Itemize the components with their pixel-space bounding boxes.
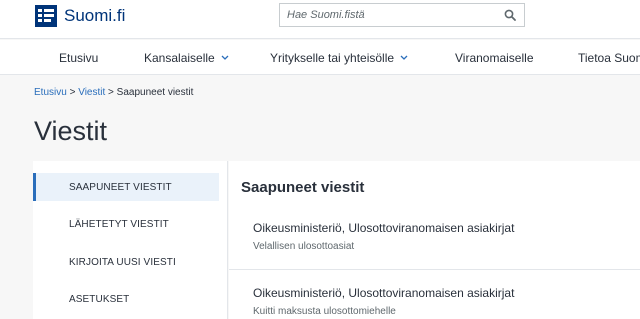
sidebar-item-label: KIRJOITA UUSI VIESTI [69,256,176,268]
message-item[interactable]: Oikeusministeriö, Ulosottoviranomaisen a… [229,280,640,319]
nav-item-etusivu[interactable]: Etusivu [59,51,98,65]
search-input[interactable] [280,4,490,26]
sidebar-item-kirjoita[interactable]: KIRJOITA UUSI VIESTI [33,248,219,276]
breadcrumb-separator: > [69,87,76,98]
top-header: Suomi.fi [0,0,640,39]
nav-item-yritykselle[interactable]: Yritykselle tai yhteisölle [270,51,408,65]
page-title: Viestit [34,116,108,146]
message-subject: Kuitti maksusta ulosottomiehelle [253,306,396,317]
sidebar-item-lahetetyt[interactable]: LÄHETETYT VIESTIT [33,210,219,238]
nav-item-tietoa[interactable]: Tietoa Suom [578,51,640,65]
message-subject: Velallisen ulosottoasiat [253,241,355,252]
message-divider [229,269,640,270]
nav-item-kansalaiselle[interactable]: Kansalaiselle [144,51,229,65]
search-box [279,3,525,27]
sidebar-item-asetukset[interactable]: ASETUKSET [33,285,219,313]
search-icon [504,9,516,21]
sidebar-item-label: ASETUKSET [69,293,130,305]
sidebar-item-label: SAAPUNEET VIESTIT [69,181,172,193]
nav-item-label: Etusivu [59,51,99,65]
nav-item-label: Kansalaiselle [144,51,215,65]
message-sender: Oikeusministeriö, Ulosottoviranomaisen a… [253,286,515,300]
breadcrumb: Etusivu > Viestit > Saapuneet viestit [34,87,193,98]
nav-item-label: Yritykselle tai yhteisölle [270,51,395,65]
message-item[interactable]: Oikeusministeriö, Ulosottoviranomaisen a… [229,216,640,270]
nav-item-viranomaiselle[interactable]: Viranomaiselle [455,51,534,65]
inbox-panel: Saapuneet viestit Oikeusministeriö, Ulos… [229,161,640,319]
breadcrumb-current: Saapuneet viestit [116,87,194,98]
main-navigation: Etusivu Kansalaiselle Yritykselle tai yh… [0,40,640,75]
chevron-down-icon [221,55,229,60]
site-logo[interactable]: Suomi.fi [35,5,125,27]
logo-text: Suomi.fi [64,6,126,25]
nav-item-label: Viranomaiselle [455,51,534,65]
search-button[interactable] [496,4,524,26]
breadcrumb-separator: > [108,87,114,98]
sidebar-item-saapuneet[interactable]: SAAPUNEET VIESTIT [33,173,219,201]
breadcrumb-link-etusivu[interactable]: Etusivu [34,87,67,98]
suomifi-logo-icon [35,5,57,27]
breadcrumb-link-viestit[interactable]: Viestit [78,87,105,98]
nav-item-label: Tietoa Suom [578,51,640,65]
chevron-down-icon [400,55,408,60]
inbox-title: Saapuneet viestit [241,179,365,196]
message-sender: Oikeusministeriö, Ulosottoviranomaisen a… [253,221,515,235]
messages-sidebar: SAAPUNEET VIESTIT LÄHETETYT VIESTIT KIRJ… [33,161,228,319]
sidebar-item-label: LÄHETETYT VIESTIT [69,218,169,230]
